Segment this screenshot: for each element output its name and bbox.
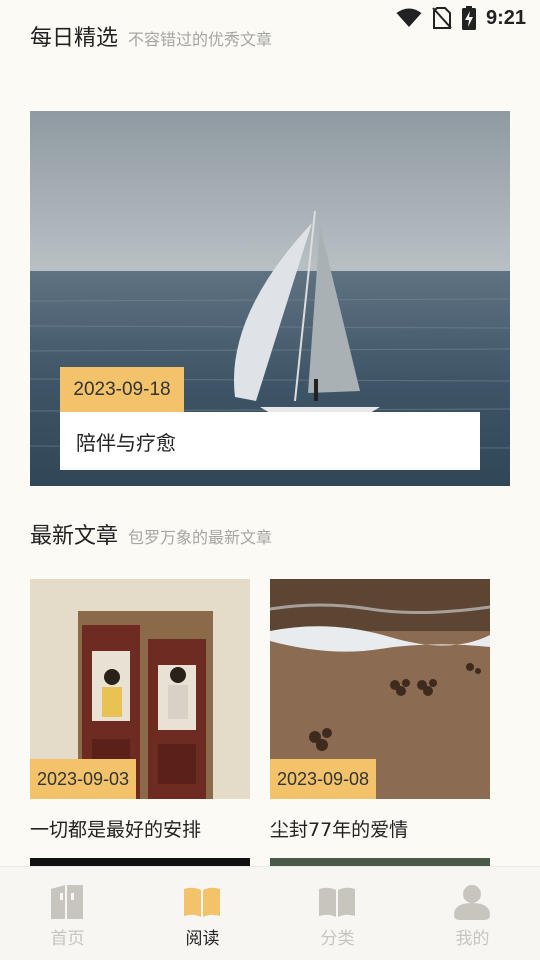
category-book-icon <box>319 887 355 917</box>
wifi-icon <box>396 8 422 27</box>
tab-category-label: 分类 <box>320 929 355 949</box>
article-card[interactable]: 2023-09-03 一切都是最好的安排 <box>30 579 250 849</box>
latest-section-header: 最新文章 包罗万象的最新文章 <box>30 518 272 550</box>
tab-profile[interactable]: 我的 <box>405 867 540 960</box>
no-sim-icon <box>432 7 452 29</box>
tab-profile-label: 我的 <box>455 929 490 949</box>
tab-read-label: 阅读 <box>185 929 220 949</box>
bottom-tab-bar: 首页 阅读 分类 我的 <box>0 866 540 960</box>
latest-section-subtitle: 包罗万象的最新文章 <box>128 528 273 547</box>
featured-article-card[interactable]: 2023-09-18 陪伴与疗愈 <box>30 111 510 486</box>
article-title: 一切都是最好的安排 <box>30 819 202 841</box>
tab-home[interactable]: 首页 <box>0 867 135 960</box>
book-icon <box>184 887 220 917</box>
featured-date-tag: 2023-09-18 <box>60 367 184 412</box>
tab-read[interactable]: 阅读 <box>135 867 270 960</box>
battery-charging-icon <box>461 6 476 30</box>
daily-section-subtitle: 不容错过的优秀文章 <box>128 30 273 49</box>
tab-category[interactable]: 分类 <box>270 867 405 960</box>
daily-section-header: 每日精选 不容错过的优秀文章 <box>30 20 272 52</box>
article-card[interactable]: 2023-09-08 尘封77年的爱情 <box>270 579 490 849</box>
featured-title: 陪伴与疗愈 <box>60 412 480 470</box>
article-date-tag: 2023-09-03 <box>30 759 136 799</box>
home-icon <box>51 885 83 919</box>
status-icons: 9:21 <box>396 6 526 30</box>
latest-section-title: 最新文章 <box>30 524 119 549</box>
article-date-tag: 2023-09-08 <box>270 759 376 799</box>
user-icon <box>454 885 490 920</box>
tab-home-label: 首页 <box>50 929 85 949</box>
status-time: 9:21 <box>485 6 526 29</box>
article-title: 尘封77年的爱情 <box>270 819 409 841</box>
daily-section-title: 每日精选 <box>30 26 119 51</box>
